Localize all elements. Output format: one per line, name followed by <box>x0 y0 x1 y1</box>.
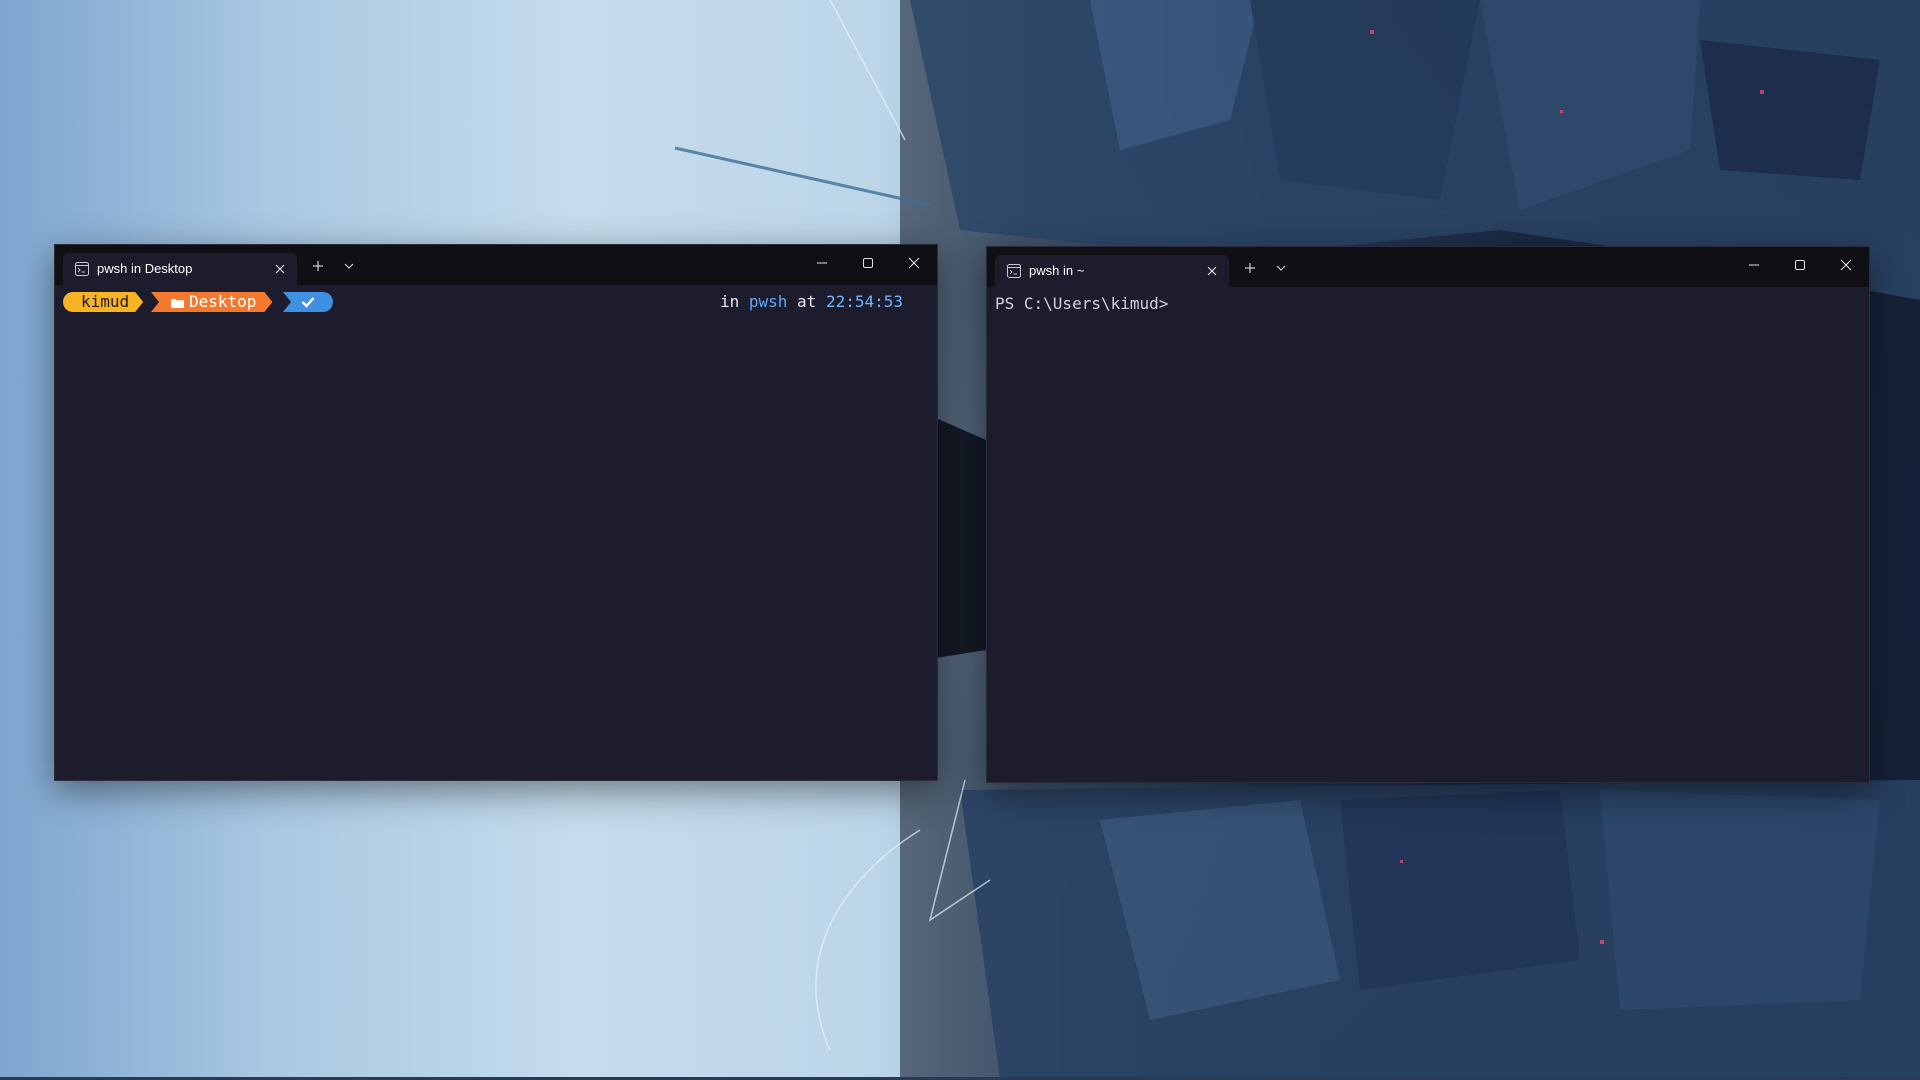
minimize-icon <box>1749 264 1759 266</box>
prompt-status-segment <box>283 292 333 312</box>
terminal-window-home[interactable]: pwsh in ~ PS C:\Users\kimud> <box>986 246 1870 783</box>
rprompt-time: 22:54:53 <box>825 292 903 311</box>
plus-icon[interactable] <box>309 257 327 275</box>
prompt-path: Desktop <box>189 292 257 311</box>
maximize-button[interactable] <box>845 245 891 281</box>
terminal-icon <box>75 262 89 276</box>
tab-pwsh-home[interactable]: pwsh in ~ <box>995 255 1229 287</box>
plus-icon[interactable] <box>1241 259 1259 277</box>
rprompt-shell: pwsh <box>748 292 788 311</box>
close-window-button[interactable] <box>891 245 937 281</box>
maximize-icon <box>1795 260 1805 270</box>
chevron-down-icon[interactable] <box>341 258 357 274</box>
terminal-window-desktop[interactable]: pwsh in Desktop kimud Desktop in pwsh at… <box>54 244 938 781</box>
close-icon <box>1840 259 1852 271</box>
terminal-icon <box>1007 264 1021 278</box>
close-window-button[interactable] <box>1823 247 1869 283</box>
maximize-icon <box>863 258 873 268</box>
chevron-down-icon[interactable] <box>1273 260 1289 276</box>
close-icon[interactable] <box>271 260 289 278</box>
folder-icon <box>171 298 184 308</box>
terminal-content[interactable]: PS C:\Users\kimud> <box>987 287 1869 782</box>
right-prompt: in pwsh at 22:54:53 <box>720 292 903 312</box>
rprompt-in: in <box>719 292 740 311</box>
maximize-button[interactable] <box>1777 247 1823 283</box>
close-icon[interactable] <box>1203 262 1221 280</box>
rprompt-at: at <box>797 292 817 311</box>
minimize-button[interactable] <box>1731 247 1777 283</box>
prompt-path-segment: Desktop <box>151 292 272 312</box>
tab-pwsh-desktop[interactable]: pwsh in Desktop <box>63 253 297 285</box>
tab-title: pwsh in ~ <box>1029 263 1085 278</box>
wallpaper-dark-shape <box>936 418 986 658</box>
wallpaper-skyline-bottom <box>960 780 1920 1078</box>
title-bar[interactable]: pwsh in ~ <box>987 247 1869 287</box>
powershell-prompt: PS C:\Users\kimud> <box>995 294 1169 313</box>
prompt-user: kimud <box>81 292 130 311</box>
prompt-user-segment: kimud <box>63 292 143 312</box>
desktop: pwsh in Desktop kimud Desktop in pwsh at… <box>0 0 1920 1080</box>
minimize-icon <box>817 262 827 264</box>
tab-title: pwsh in Desktop <box>97 261 193 276</box>
check-icon <box>301 297 315 308</box>
close-icon <box>908 257 920 269</box>
title-bar[interactable]: pwsh in Desktop <box>55 245 937 285</box>
minimize-button[interactable] <box>799 245 845 281</box>
wallpaper-needle <box>674 146 931 207</box>
terminal-content[interactable]: kimud Desktop in pwsh at 22:54:53 <box>55 285 937 780</box>
